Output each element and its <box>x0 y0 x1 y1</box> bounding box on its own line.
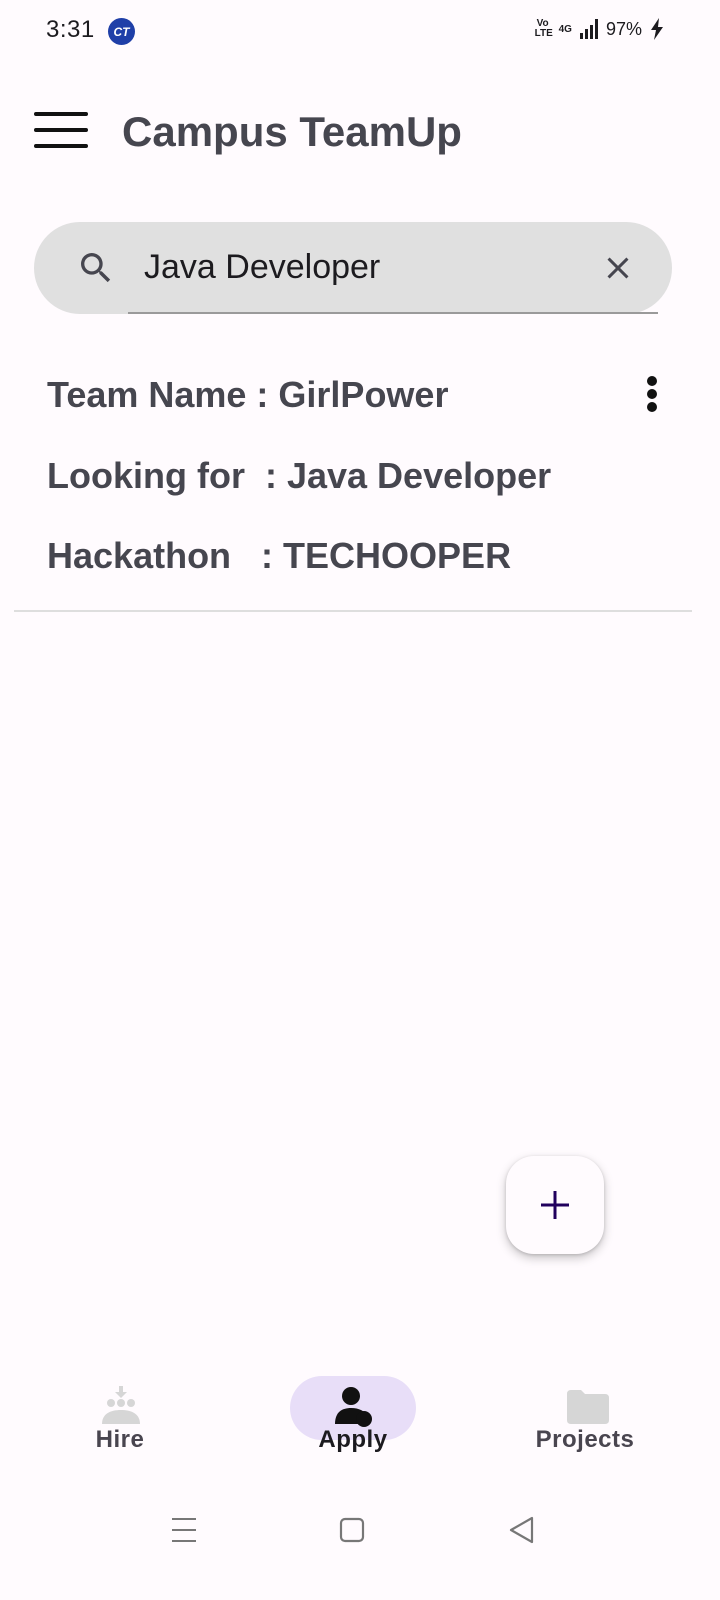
more-options-icon[interactable] <box>642 374 666 414</box>
nav-item-hire[interactable]: Hire <box>40 1370 200 1480</box>
nav-item-apply[interactable]: Apply <box>273 1370 433 1480</box>
network-type-icon: 4G <box>558 23 572 35</box>
search-bar[interactable] <box>34 222 672 314</box>
hire-icon <box>102 1386 140 1424</box>
nav-label-projects: Projects <box>535 1426 635 1453</box>
close-icon[interactable] <box>600 250 636 286</box>
person-icon <box>335 1387 372 1427</box>
volte-icon: Vo LTE <box>534 18 553 39</box>
search-input[interactable] <box>144 240 584 294</box>
home-icon[interactable] <box>332 1510 372 1550</box>
nav-item-projects[interactable]: Projects <box>505 1370 665 1480</box>
status-time: 3:31 <box>46 16 95 43</box>
app-bar: Campus TeamUp <box>0 84 720 180</box>
campus-teamup-notification-icon: CT <box>108 18 135 45</box>
status-bar: 3:31 CT Vo LTE 4G 97% <box>0 0 720 64</box>
search-input-underline <box>128 312 658 314</box>
hamburger-menu-icon[interactable] <box>34 108 88 152</box>
system-navigation-bar <box>0 1490 720 1600</box>
back-icon[interactable] <box>502 1510 542 1550</box>
status-indicators: Vo LTE 4G 97% <box>535 18 664 40</box>
team-name: Team Name : GirlPower <box>47 374 449 415</box>
folder-icon <box>567 1390 609 1424</box>
looking-for: Looking for : Java Developer <box>47 455 552 496</box>
app-title: Campus TeamUp <box>122 108 462 155</box>
recent-apps-icon[interactable] <box>164 1510 204 1550</box>
plus-icon <box>541 1191 569 1219</box>
signal-strength-icon <box>579 19 598 39</box>
nav-label-apply: Apply <box>318 1426 388 1453</box>
battery-level: 97% <box>605 18 642 39</box>
add-button[interactable] <box>506 1156 604 1254</box>
charging-icon <box>651 18 663 40</box>
bottom-navigation: Hire Apply Projects <box>0 1370 720 1480</box>
nav-label-hire: Hire <box>95 1426 145 1453</box>
search-icon <box>81 253 111 283</box>
team-list-item[interactable]: Team Name : GirlPower Looking for : Java… <box>14 350 692 612</box>
hackathon: Hackathon : TECHOOPER <box>47 535 512 576</box>
